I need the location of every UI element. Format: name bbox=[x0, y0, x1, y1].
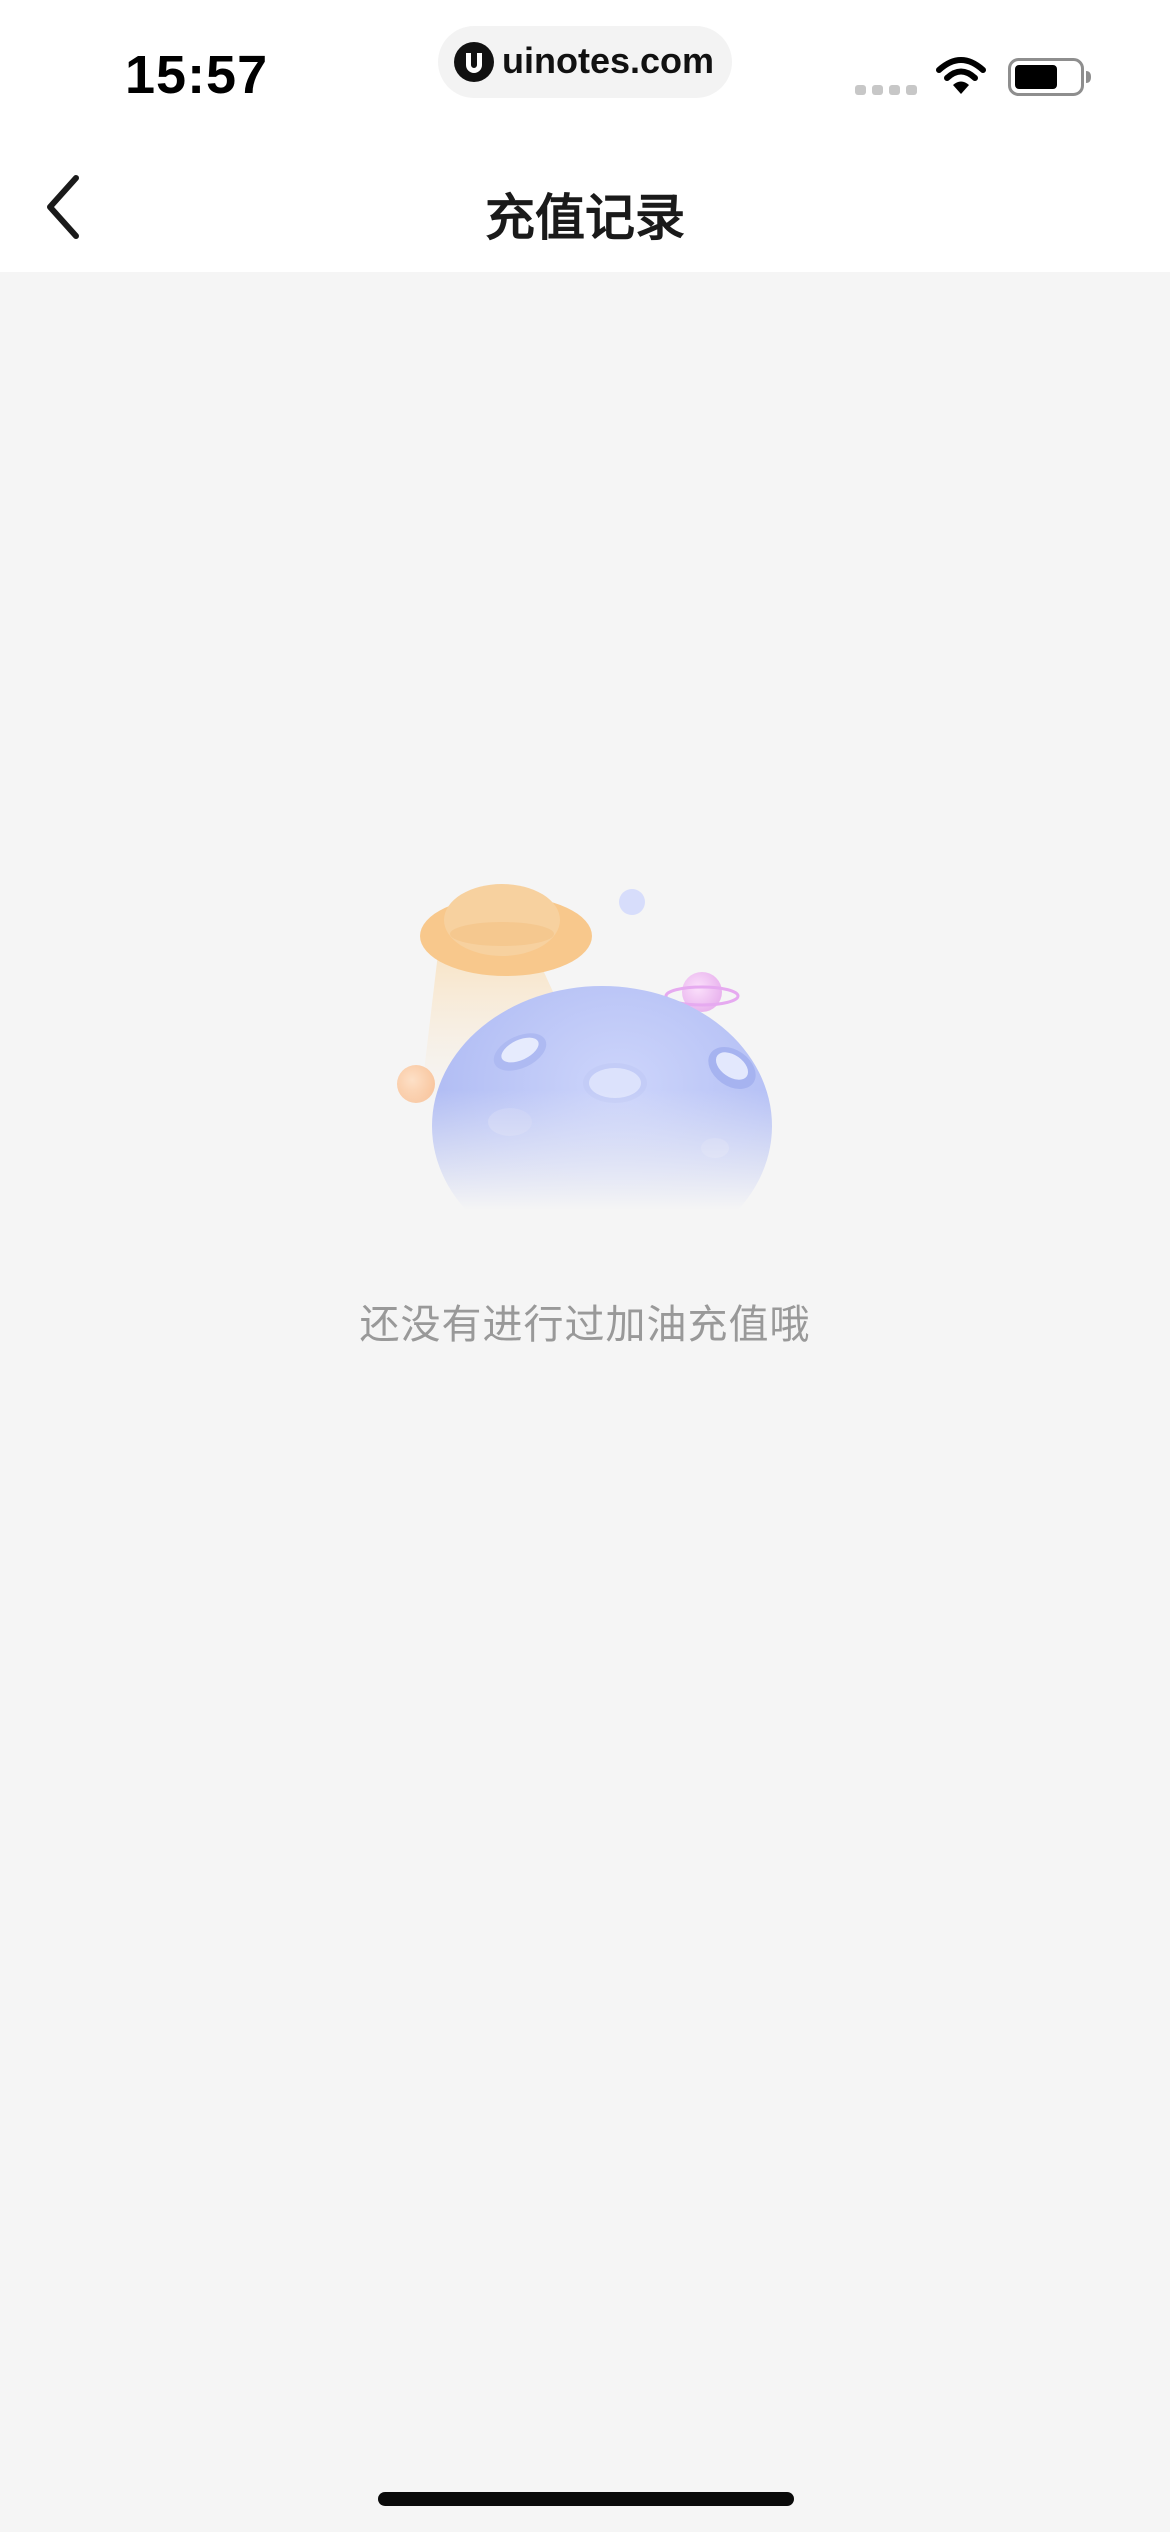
cellular-signal-icon bbox=[855, 85, 917, 95]
empty-message: 还没有进行过加油充值哦 bbox=[359, 1302, 811, 1348]
site-logo-icon bbox=[454, 42, 494, 82]
status-time: 15:57 bbox=[125, 45, 269, 105]
battery-icon bbox=[1008, 58, 1091, 96]
empty-state-illustration bbox=[380, 884, 790, 1210]
wifi-icon bbox=[936, 57, 986, 94]
page-title: 充值记录 bbox=[485, 189, 685, 247]
url-text: uinotes.com bbox=[502, 40, 715, 81]
top-header: 15:57 uinotes.com 充值记录 bbox=[0, 0, 1170, 272]
url-pill[interactable]: uinotes.com bbox=[438, 26, 732, 98]
home-indicator[interactable] bbox=[378, 2492, 794, 2506]
